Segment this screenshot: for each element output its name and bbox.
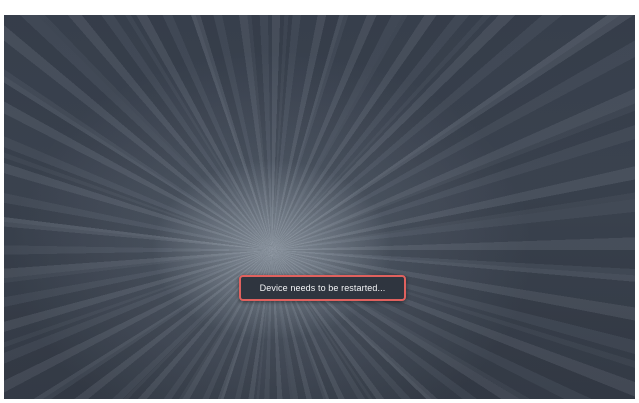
toast-message: Device needs to be restarted... (259, 283, 386, 293)
desktop-background (4, 15, 635, 399)
restart-notification-toast[interactable]: Device needs to be restarted... (239, 275, 406, 301)
